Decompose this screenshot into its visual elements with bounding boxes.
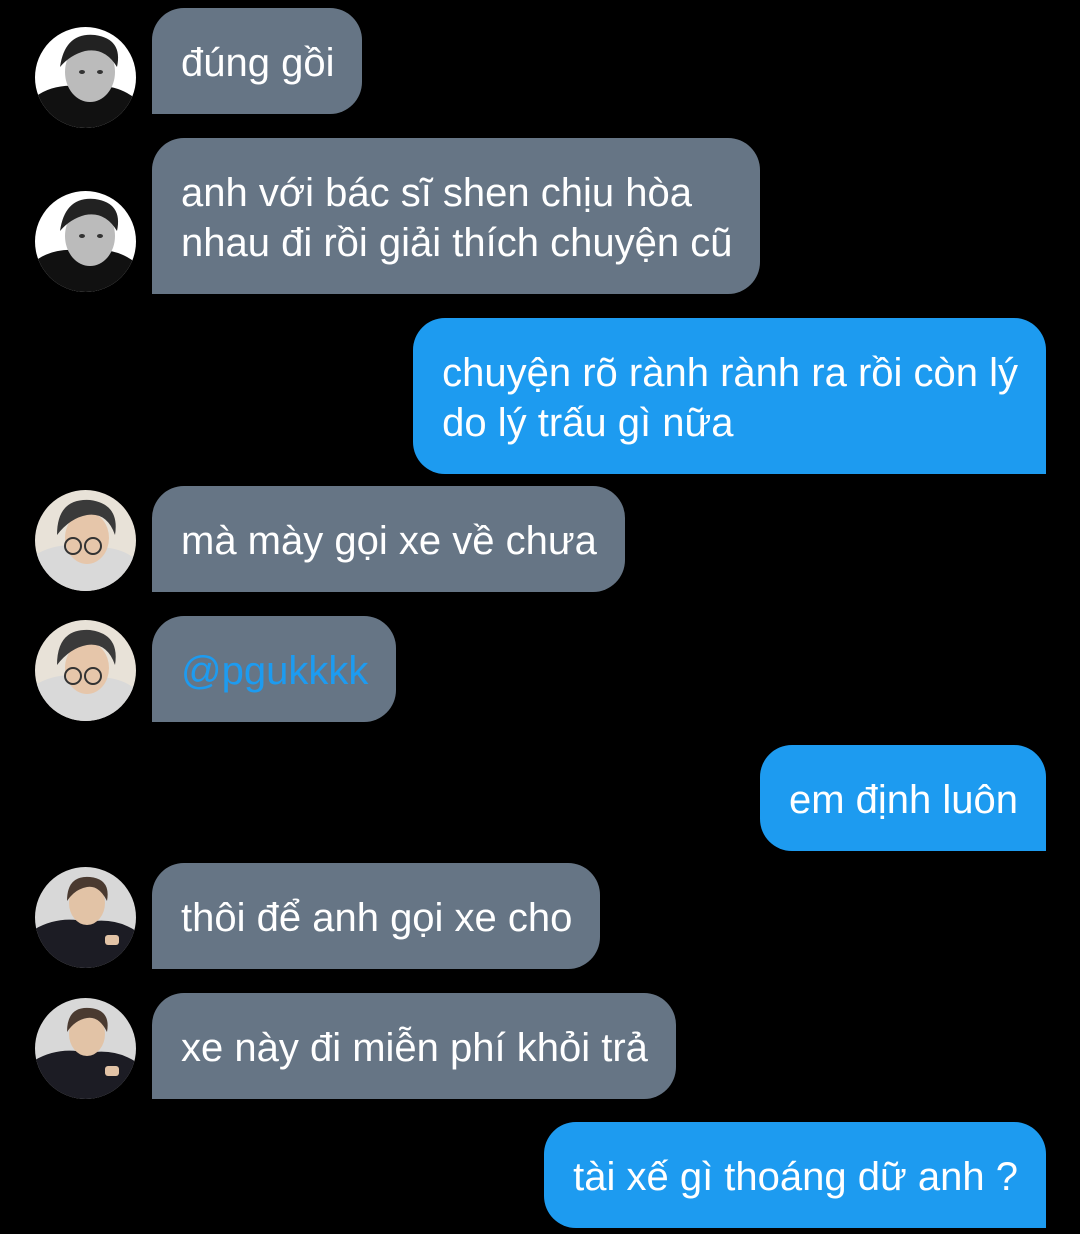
message-text-line: nhau đi rồi giải thích chuyện cũ bbox=[181, 221, 733, 265]
message-bubble-sent[interactable]: chuyện rõ rành rành ra rồi còn lý do lý … bbox=[413, 318, 1046, 474]
message-bubble-sent[interactable]: em định luôn bbox=[759, 745, 1046, 851]
message-bubble-received[interactable]: anh với bác sĩ shen chịu hòa nhau đi rồi… bbox=[152, 138, 761, 294]
message-text-line: do lý trấu gì nữa bbox=[442, 401, 734, 445]
message-text-line: chuyện rõ rành rành ra rồi còn lý bbox=[442, 351, 1018, 395]
mention-link[interactable]: @pgukkkk bbox=[181, 649, 368, 693]
avatar-glasses-boy-icon bbox=[35, 620, 136, 721]
avatar-bw-boy-icon bbox=[35, 191, 136, 292]
avatar[interactable] bbox=[35, 998, 136, 1099]
message-bubble-received[interactable]: mà mày gọi xe về chưa bbox=[152, 486, 625, 592]
avatar-bw-boy-icon bbox=[35, 27, 136, 128]
avatar[interactable] bbox=[35, 27, 136, 128]
message-text-line: anh với bác sĩ shen chịu hòa bbox=[181, 171, 692, 215]
message-text: em định luôn bbox=[788, 778, 1018, 822]
avatar[interactable] bbox=[35, 191, 136, 292]
message-bubble-received[interactable]: đúng gồi bbox=[152, 8, 363, 114]
avatar[interactable] bbox=[35, 490, 136, 591]
message-bubble-received[interactable]: @pgukkkk bbox=[152, 616, 397, 722]
message-text: đúng gồi bbox=[181, 41, 335, 85]
message-text: thôi để anh gọi xe cho bbox=[181, 896, 573, 940]
avatar[interactable] bbox=[35, 867, 136, 968]
message-bubble-sent[interactable]: tài xế gì thoáng dữ anh ? bbox=[544, 1122, 1046, 1228]
avatar-suit-man-icon bbox=[35, 998, 136, 1099]
avatar-glasses-boy-icon bbox=[35, 490, 136, 591]
message-bubble-received[interactable]: xe này đi miễn phí khỏi trả bbox=[152, 993, 676, 1099]
avatar-suit-man-icon bbox=[35, 867, 136, 968]
message-text: tài xế gì thoáng dữ anh ? bbox=[573, 1155, 1018, 1199]
message-text: xe này đi miễn phí khỏi trả bbox=[181, 1026, 648, 1070]
avatar[interactable] bbox=[35, 620, 136, 721]
message-bubble-received[interactable]: thôi để anh gọi xe cho bbox=[152, 863, 601, 969]
message-text: mà mày gọi xe về chưa bbox=[181, 519, 597, 563]
